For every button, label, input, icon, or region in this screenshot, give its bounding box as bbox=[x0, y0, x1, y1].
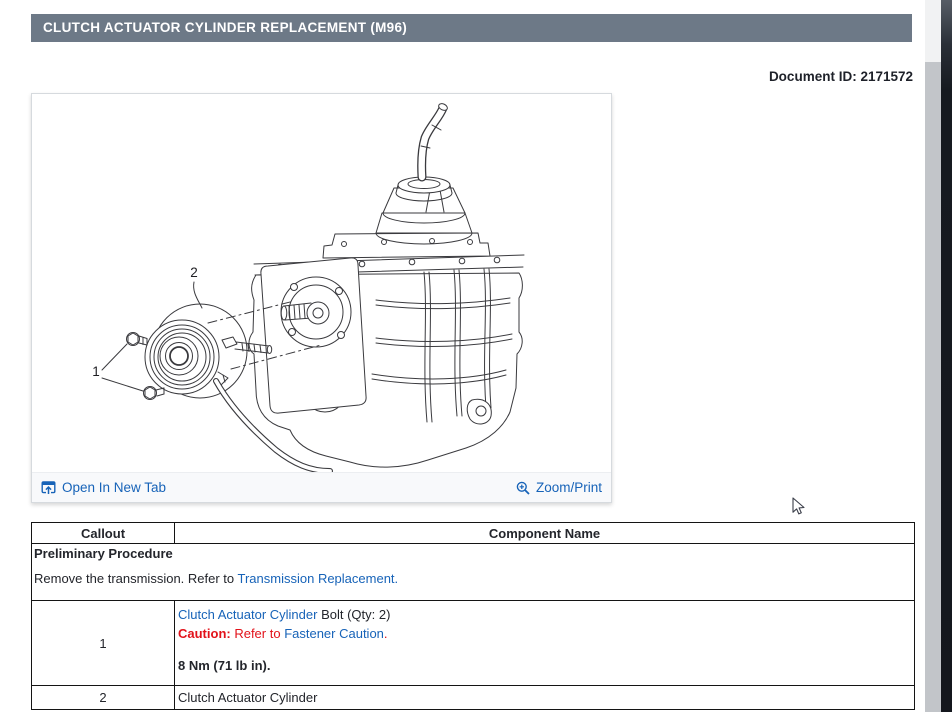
preliminary-procedure-row: Preliminary Procedure Remove the transmi… bbox=[32, 544, 915, 601]
component-cell: Clutch Actuator Cylinder Bolt (Qty: 2) C… bbox=[175, 601, 915, 686]
callout-table: Callout Component Name Preliminary Proce… bbox=[31, 522, 915, 710]
figure-toolbar: Open In New Tab Zoom/Print bbox=[32, 472, 611, 502]
clutch-actuator-cylinder-bolt-link[interactable]: Clutch Actuator Cylinder bbox=[178, 607, 317, 622]
fastener-caution-link[interactable]: Fastener Caution bbox=[284, 626, 384, 641]
mouse-cursor bbox=[792, 497, 806, 522]
preliminary-procedure-title: Preliminary Procedure bbox=[34, 546, 910, 561]
callout-number: 2 bbox=[32, 686, 175, 710]
caution-text: Refer to bbox=[231, 626, 284, 641]
open-in-new-tab-icon bbox=[41, 480, 56, 495]
transmission-diagram: 2 1 bbox=[32, 94, 611, 472]
zoom-print-label: Zoom/Print bbox=[536, 480, 602, 495]
caution-line: Caution: Refer to Fastener Caution. bbox=[178, 624, 910, 643]
figure-callout-1: 1 bbox=[92, 364, 100, 379]
open-in-new-tab-link[interactable]: Open In New Tab bbox=[41, 480, 166, 495]
screen-edge bbox=[941, 0, 952, 712]
callout-column-header: Callout bbox=[32, 523, 175, 544]
figure-callout-2: 2 bbox=[190, 265, 198, 280]
zoom-print-link[interactable]: Zoom/Print bbox=[516, 480, 602, 495]
callout-number: 1 bbox=[32, 601, 175, 686]
caution-label: Caution: bbox=[178, 626, 231, 641]
preliminary-text: Remove the transmission. Refer to bbox=[34, 571, 238, 586]
table-row: 2 Clutch Actuator Cylinder bbox=[32, 686, 915, 710]
zoom-in-icon bbox=[516, 481, 530, 495]
component-name-line: Clutch Actuator Cylinder Bolt (Qty: 2) bbox=[178, 605, 910, 624]
caution-period: . bbox=[384, 626, 388, 641]
scrollbar-thumb[interactable] bbox=[925, 62, 941, 712]
service-document-page: CLUTCH ACTUATOR CYLINDER REPLACEMENT (M9… bbox=[0, 0, 952, 712]
table-row: 1 Clutch Actuator Cylinder Bolt (Qty: 2)… bbox=[32, 601, 915, 686]
component-cell: Clutch Actuator Cylinder bbox=[175, 686, 915, 710]
page-title: CLUTCH ACTUATOR CYLINDER REPLACEMENT (M9… bbox=[43, 20, 407, 35]
component-name-suffix: Bolt (Qty: 2) bbox=[317, 607, 390, 622]
scrollbar[interactable] bbox=[925, 0, 941, 712]
table-header-row: Callout Component Name bbox=[32, 523, 915, 544]
document-id: Document ID: 2171572 bbox=[769, 69, 913, 84]
open-in-new-tab-label: Open In New Tab bbox=[62, 480, 166, 495]
figure-image: 2 1 bbox=[32, 94, 611, 472]
figure-panel: 2 1 Open In New Tab bbox=[31, 93, 612, 503]
component-column-header: Component Name bbox=[175, 523, 915, 544]
preliminary-procedure-text: Remove the transmission. Refer to Transm… bbox=[34, 571, 910, 586]
torque-spec: 8 Nm (71 lb in). bbox=[178, 656, 910, 675]
transmission-replacement-link[interactable]: Transmission Replacement. bbox=[238, 571, 399, 586]
section-title-bar: CLUTCH ACTUATOR CYLINDER REPLACEMENT (M9… bbox=[31, 14, 912, 42]
